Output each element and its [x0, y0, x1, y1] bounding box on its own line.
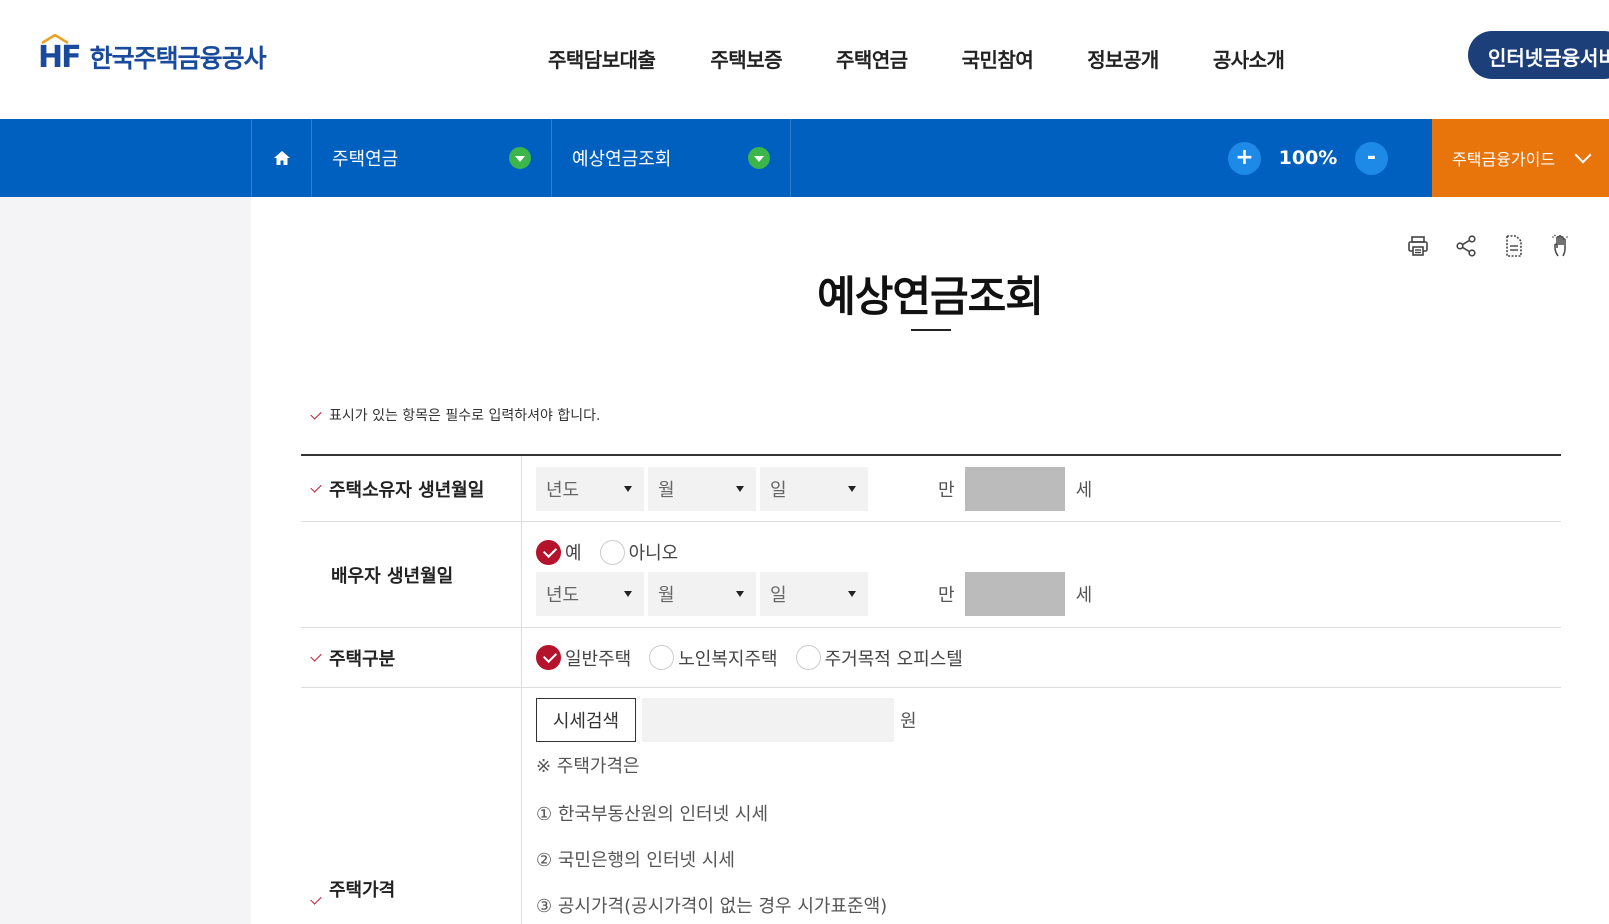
spouse-age-field	[964, 572, 1065, 616]
zoom-in-button[interactable]: +	[1228, 141, 1261, 175]
share-icon[interactable]	[1453, 233, 1479, 259]
house-type-label: 주택구분	[301, 628, 522, 687]
spouse-yes-radio[interactable]: 예	[536, 539, 582, 565]
house-price-input[interactable]	[642, 698, 894, 742]
required-check-icon	[310, 650, 322, 662]
spouse-year-select[interactable]: 년도	[536, 572, 644, 616]
print-icon[interactable]	[1405, 233, 1431, 259]
owner-month-select[interactable]: 월	[648, 466, 756, 511]
house-price-row: 주택가격 시세검색 원 ※ 주택가격은 ① 한국부동산원의 인터넷 시세 ② 국…	[301, 688, 1561, 924]
radio-checked-icon	[536, 539, 561, 565]
home-icon	[273, 151, 290, 165]
radio-checked-icon	[536, 645, 561, 670]
owner-age-suffix: 세	[1075, 479, 1093, 501]
owner-year-select[interactable]: 년도	[536, 466, 644, 511]
house-type-general-radio[interactable]: 일반주택	[536, 645, 631, 671]
nav-item-pension[interactable]: 주택연금	[836, 44, 908, 73]
spouse-month-select[interactable]: 월	[648, 572, 756, 616]
spouse-age-suffix: 세	[1075, 585, 1093, 606]
location-bar: 주택연금 예상연금조회 + 100% - 주택금융가이드	[0, 119, 1609, 197]
required-check-icon	[310, 407, 322, 420]
guide-label: 주택금융가이드	[1452, 150, 1556, 169]
price-note-item: ② 국민은행의 인터넷 시세	[536, 850, 735, 871]
breadcrumb-menu1-label: 주택연금	[332, 149, 399, 170]
owner-age-prefix: 만	[938, 479, 955, 501]
pension-form: 주택소유자 생년월일 년도 월 일 만 세 배우자 생년월일 예 아니오 년도 …	[301, 454, 1561, 924]
page-title: 예상연금조회	[817, 272, 1044, 321]
caret-down-icon	[624, 485, 632, 492]
nav-item-mortgage[interactable]: 주택담보대출	[548, 44, 656, 73]
nav-item-participation[interactable]: 국민참여	[962, 44, 1034, 73]
house-type-row: 주택구분 일반주택 노인복지주택 주거목적 오피스텔	[301, 628, 1561, 688]
required-check-icon	[310, 481, 322, 493]
price-note-item: ③ 공시가격(공시가격이 없는 경우 시가표준액)	[536, 896, 888, 917]
house-type-officetel-radio[interactable]: 주거목적 오피스텔	[795, 645, 963, 671]
logo-text: 한국주택금융공사	[89, 44, 267, 73]
caret-down-icon	[624, 591, 632, 597]
breadcrumb-menu2[interactable]: 예상연금조회	[551, 119, 791, 197]
logo-mark: HF	[38, 33, 82, 75]
price-note-title: ※ 주택가격은	[536, 756, 640, 777]
required-note: 표시가 있는 항목은 필수로 입력하셔야 합니다.	[310, 405, 600, 425]
radio-unchecked-icon	[649, 645, 675, 670]
house-price-label: 주택가격	[301, 688, 522, 924]
touch-hand-icon[interactable]	[1549, 233, 1575, 259]
price-note-item: ① 한국부동산원의 인터넷 시세	[536, 804, 769, 825]
owner-birth-row: 주택소유자 생년월일 년도 월 일 만 세	[301, 456, 1561, 522]
owner-day-select[interactable]: 일	[760, 466, 868, 511]
nav-item-disclosure[interactable]: 정보공개	[1087, 44, 1159, 73]
zoom-value: 100%	[1278, 147, 1338, 169]
owner-age-field	[964, 466, 1065, 511]
chevron-down-icon	[1574, 146, 1592, 164]
spouse-age-prefix: 만	[938, 585, 955, 606]
chevron-down-icon	[509, 147, 531, 169]
spouse-birth-label: 배우자 생년월일	[301, 522, 522, 627]
radio-unchecked-icon	[795, 645, 821, 670]
title-underline	[911, 329, 951, 331]
radio-unchecked-icon	[599, 539, 625, 565]
caret-down-icon	[736, 591, 744, 597]
main-nav: 주택담보대출 주택보증 주택연금 국민참여 정보공개 공사소개	[548, 44, 1338, 73]
owner-birth-label: 주택소유자 생년월일	[301, 456, 522, 521]
zoom-control: + 100% -	[1228, 119, 1388, 197]
nav-item-about[interactable]: 공사소개	[1213, 44, 1285, 73]
internet-service-button[interactable]: 인터넷금융서비스	[1468, 31, 1609, 79]
required-check-icon	[310, 893, 322, 905]
caret-down-icon	[848, 485, 856, 492]
spouse-no-radio[interactable]: 아니오	[599, 539, 678, 565]
nav-item-guarantee[interactable]: 주택보증	[710, 44, 782, 73]
document-icon[interactable]	[1501, 233, 1527, 259]
home-button[interactable]	[251, 119, 311, 197]
spouse-birth-row: 배우자 생년월일 예 아니오 년도 월 일 만 세	[301, 522, 1561, 628]
site-header: HF 한국주택금융공사 주택담보대출 주택보증 주택연금 국민참여 정보공개 공…	[0, 0, 1609, 119]
breadcrumb-menu1[interactable]: 주택연금	[311, 119, 551, 197]
caret-down-icon	[736, 485, 744, 492]
price-search-button[interactable]: 시세검색	[536, 698, 636, 742]
roof-icon	[41, 33, 69, 44]
utility-icons	[1405, 233, 1575, 259]
price-unit: 원	[900, 711, 917, 732]
house-type-senior-radio[interactable]: 노인복지주택	[649, 645, 778, 671]
caret-down-icon	[848, 591, 856, 597]
housing-finance-guide-button[interactable]: 주택금융가이드	[1432, 119, 1609, 197]
spouse-day-select[interactable]: 일	[760, 572, 868, 616]
breadcrumb-menu2-label: 예상연금조회	[572, 149, 672, 170]
chevron-down-icon	[748, 147, 770, 169]
zoom-out-button[interactable]: -	[1355, 141, 1388, 175]
site-logo[interactable]: HF 한국주택금융공사	[38, 33, 267, 75]
